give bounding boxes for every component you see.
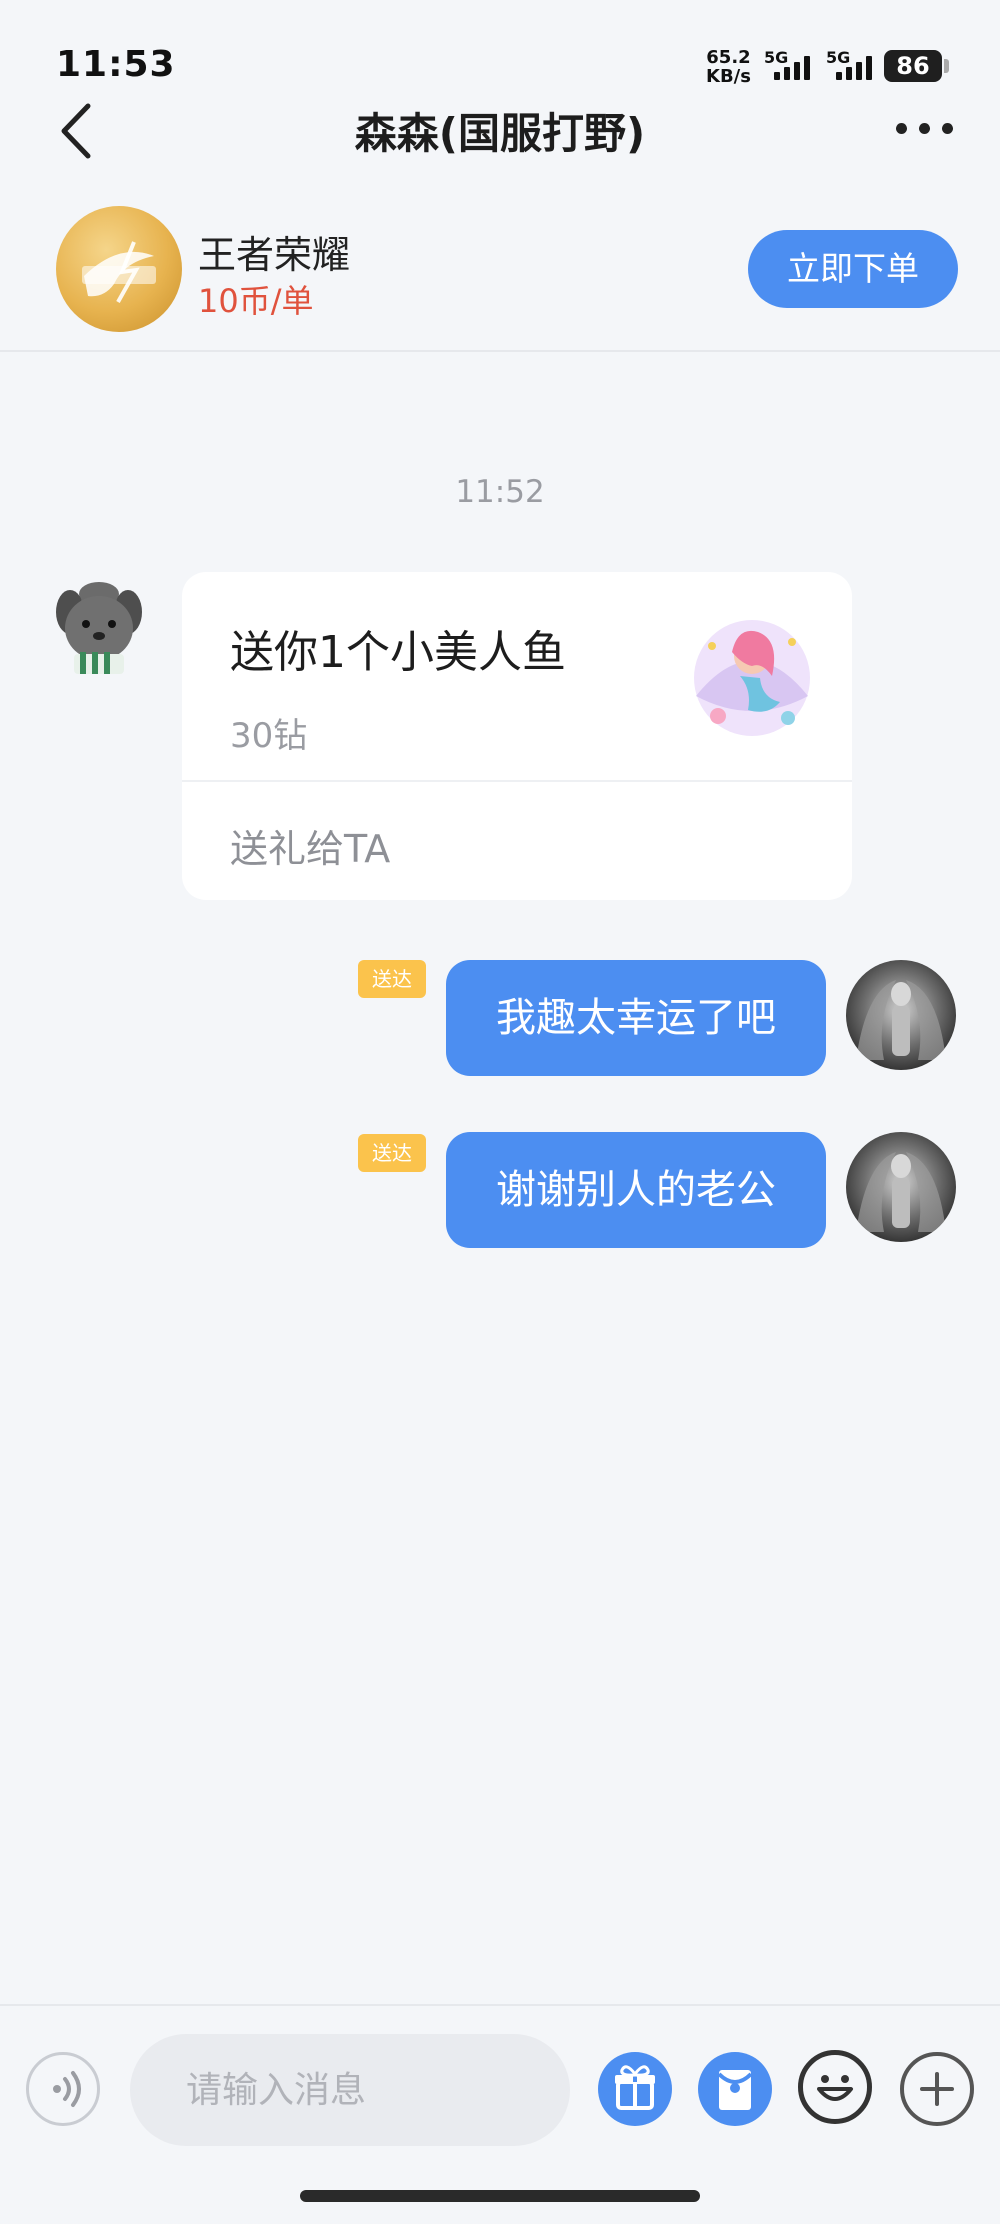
mermaid-gift-icon: [694, 620, 810, 736]
more-actions-button[interactable]: [900, 2052, 974, 2126]
gift-title: 送你1个小美人鱼: [230, 627, 566, 678]
voice-input-button[interactable]: [26, 2052, 100, 2126]
contact-avatar[interactable]: [44, 572, 154, 682]
red-packet-button[interactable]: [698, 2052, 772, 2126]
page-title: 森森(国服打野): [354, 109, 646, 158]
sim2-label: 5G: [826, 48, 851, 67]
smiley-icon: [817, 2075, 853, 2101]
order-now-button[interactable]: 立即下单: [748, 230, 958, 308]
more-options-button[interactable]: [890, 108, 960, 148]
sent-message-bubble[interactable]: 谢谢别人的老公: [446, 1132, 826, 1248]
more-dots-icon: [896, 123, 907, 134]
emoji-button[interactable]: [798, 2050, 872, 2124]
network-speed-unit: KB/s: [706, 66, 751, 87]
mermaid-gift-image: [688, 606, 816, 742]
cellular-signal-icon-2: 5G: [826, 48, 890, 84]
game-logo: [56, 206, 182, 332]
angel-avatar-icon: [856, 1152, 946, 1232]
my-avatar[interactable]: [846, 960, 956, 1070]
game-name: 王者荣耀: [198, 233, 351, 277]
chevron-left-icon: [61, 103, 91, 159]
message-input[interactable]: [130, 2034, 570, 2146]
cellular-signal-icon: 5G: [764, 48, 828, 84]
sim1-label: 5G: [764, 48, 789, 67]
angel-avatar-icon: [856, 980, 946, 1060]
send-gift-link[interactable]: 送礼给TA: [230, 818, 390, 873]
message-timestamp: 11:52: [455, 474, 545, 510]
my-avatar[interactable]: [846, 1132, 956, 1242]
network-speed-value: 65.2: [706, 47, 751, 68]
battery-icon: 86: [884, 50, 942, 82]
puppy-avatar-icon: [56, 582, 142, 674]
home-indicator[interactable]: [300, 2190, 700, 2202]
back-button[interactable]: [50, 96, 110, 166]
service-price: 10币/单: [198, 282, 314, 320]
status-time: 11:53: [56, 44, 176, 85]
battery-tip: [944, 59, 949, 73]
gift-price: 30钻: [230, 716, 308, 756]
plus-icon: [920, 2072, 954, 2106]
game-emblem-icon: [82, 241, 156, 303]
network-speed: 65.2 KB/s: [706, 48, 751, 86]
gift-icon: [615, 2065, 655, 2110]
red-packet-icon: [717, 2070, 753, 2110]
divider: [182, 780, 852, 782]
voice-icon: [53, 2071, 81, 2107]
delivered-badge: 送达: [358, 960, 426, 998]
delivered-badge: 送达: [358, 1134, 426, 1172]
sent-message-bubble[interactable]: 我趣太幸运了吧: [446, 960, 826, 1076]
gift-button[interactable]: [598, 2052, 672, 2126]
